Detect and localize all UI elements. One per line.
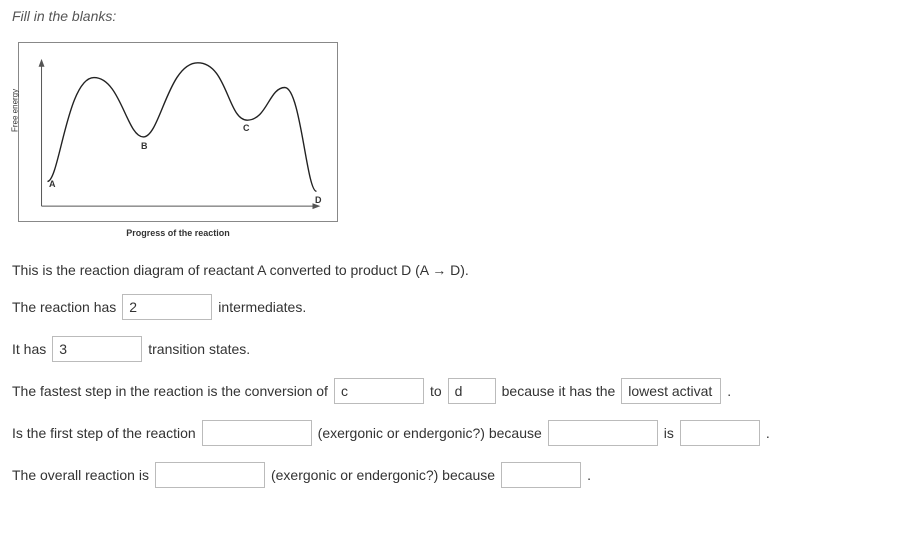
transition-states-input[interactable] [52,336,142,362]
point-a-label: A [49,179,56,189]
fastest-from-input[interactable] [334,378,424,404]
fastest-to-input[interactable] [448,378,496,404]
fastest-reason-input[interactable] [621,378,721,404]
point-d-label: D [315,195,322,205]
l4-mid2: is [664,425,674,441]
y-axis-label: Free energy [11,89,20,132]
l3-end: . [727,383,731,399]
overall-type-input[interactable] [155,462,265,488]
l3-pre: The fastest step in the reaction is the … [12,383,328,399]
l1-pre: The reaction has [12,299,116,315]
l3-mid1: to [430,383,442,399]
l2-post: transition states. [148,341,250,357]
point-b-label: B [141,141,148,151]
x-axis-label: Progress of the reaction [18,228,338,238]
instruction-text: Fill in the blanks: [12,8,896,24]
l5-mid1: (exergonic or endergonic?) because [271,467,495,483]
first-step-is-input[interactable] [680,420,760,446]
line-fastest-step: The fastest step in the reaction is the … [12,378,896,404]
line-intermediates: The reaction has intermediates. [12,294,896,320]
intermediates-input[interactable] [122,294,212,320]
l4-end: . [766,425,770,441]
first-step-because-input[interactable] [548,420,658,446]
l4-mid1: (exergonic or endergonic?) because [318,425,542,441]
l3-mid2: because it has the [502,383,616,399]
overall-because-input[interactable] [501,462,581,488]
line-transition-states: It has transition states. [12,336,896,362]
line-overall: The overall reaction is (exergonic or en… [12,462,896,488]
l5-pre: The overall reaction is [12,467,149,483]
l5-end: . [587,467,591,483]
diagram-svg [19,43,337,221]
first-step-type-input[interactable] [202,420,312,446]
intro-line: This is the reaction diagram of reactant… [12,262,896,278]
line-first-step: Is the first step of the reaction (exerg… [12,420,896,446]
l2-pre: It has [12,341,46,357]
l1-post: intermediates. [218,299,306,315]
l4-pre: Is the first step of the reaction [12,425,196,441]
point-c-label: C [243,123,250,133]
energy-diagram: Free energy A B C D [18,42,338,222]
intro-text: This is the reaction diagram of reactant… [12,262,469,278]
